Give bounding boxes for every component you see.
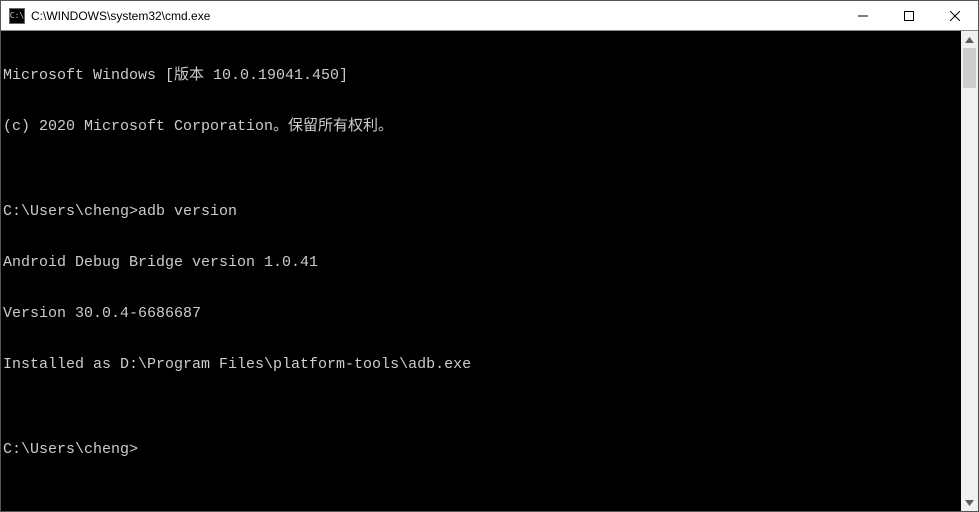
scroll-up-button[interactable] xyxy=(961,31,978,48)
command-text: adb version xyxy=(138,203,237,220)
copyright-line: (c) 2020 Microsoft Corporation。保留所有权利。 xyxy=(3,118,961,135)
window-controls xyxy=(840,1,978,30)
prompt-line: C:\Users\cheng> xyxy=(3,441,961,458)
output-line: Installed as D:\Program Files\platform-t… xyxy=(3,356,961,373)
command-line: C:\Users\cheng>adb version xyxy=(3,203,961,220)
scroll-track[interactable] xyxy=(961,48,978,494)
prompt: C:\Users\cheng> xyxy=(3,203,138,220)
scroll-thumb[interactable] xyxy=(963,48,976,88)
minimize-button[interactable] xyxy=(840,1,886,30)
cmd-icon: C:\ xyxy=(9,8,25,24)
window-title: C:\WINDOWS\system32\cmd.exe xyxy=(31,9,840,23)
scrollbar[interactable] xyxy=(961,31,978,511)
maximize-button[interactable] xyxy=(886,1,932,30)
output-line: Android Debug Bridge version 1.0.41 xyxy=(3,254,961,271)
scroll-down-button[interactable] xyxy=(961,494,978,511)
titlebar: C:\ C:\WINDOWS\system32\cmd.exe xyxy=(1,1,978,31)
terminal-area: Microsoft Windows [版本 10.0.19041.450] (c… xyxy=(1,31,978,511)
close-button[interactable] xyxy=(932,1,978,30)
terminal[interactable]: Microsoft Windows [版本 10.0.19041.450] (c… xyxy=(1,31,961,511)
output-line: Version 30.0.4-6686687 xyxy=(3,305,961,322)
banner-line: Microsoft Windows [版本 10.0.19041.450] xyxy=(3,67,961,84)
